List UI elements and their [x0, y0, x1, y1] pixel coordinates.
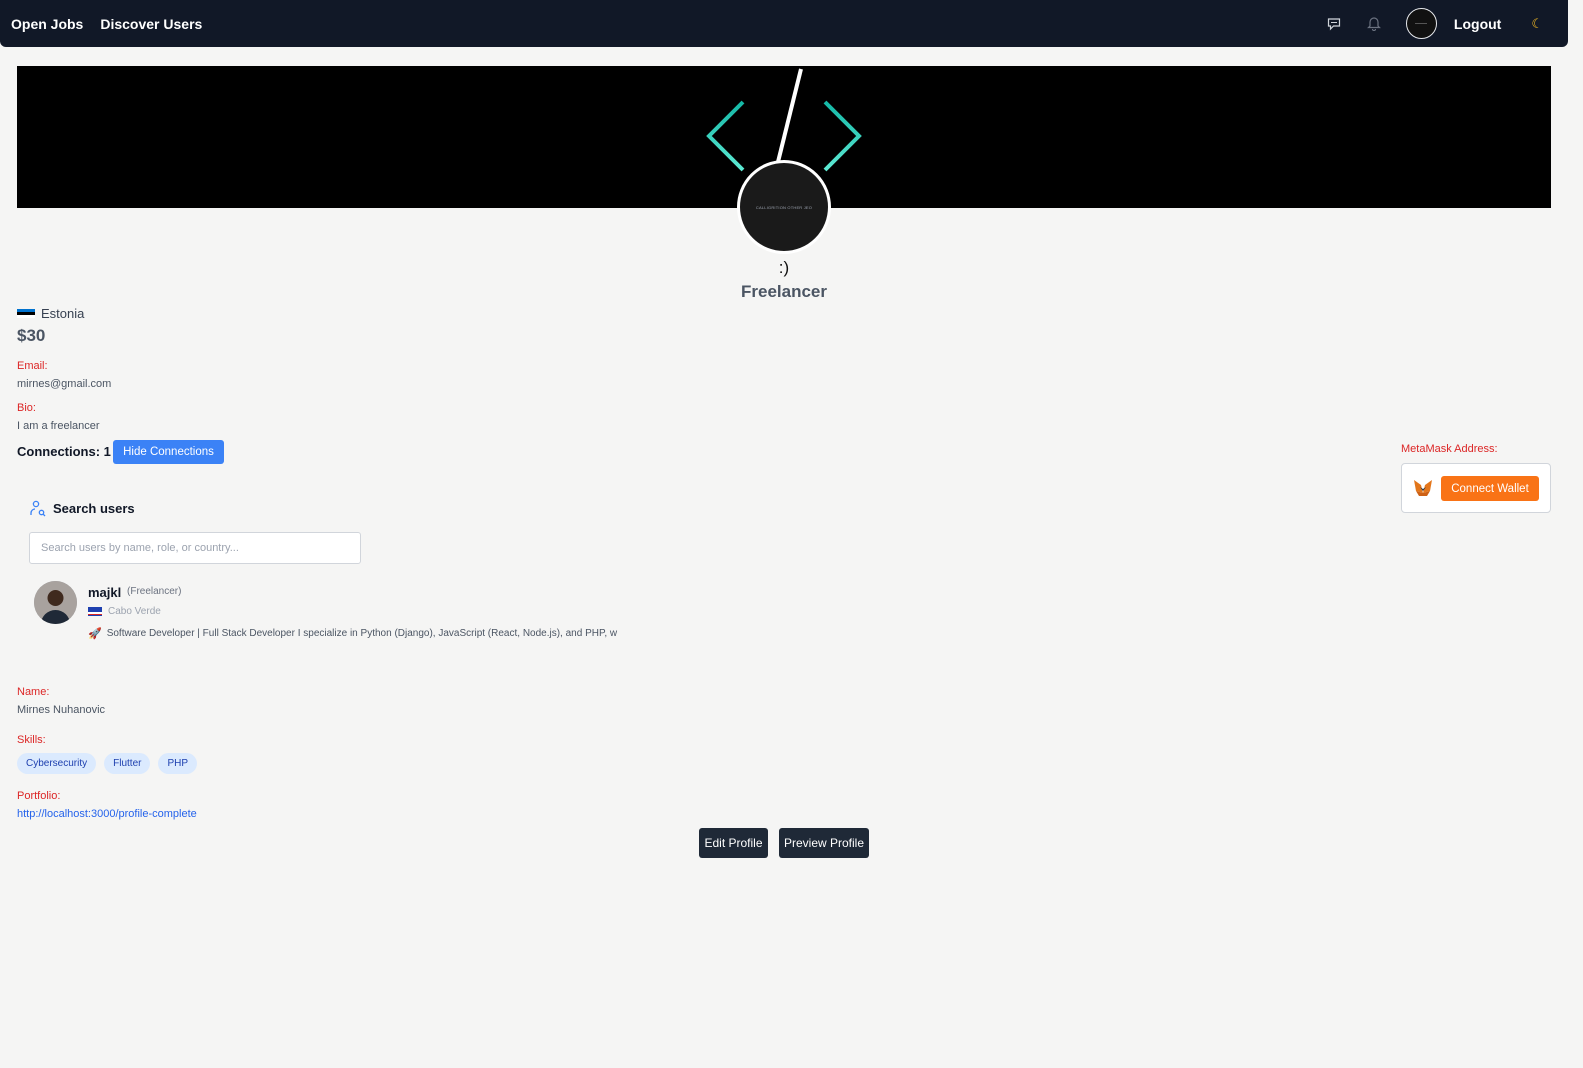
user-bio: 🚀 Software Developer | Full Stack Develo…: [88, 627, 617, 640]
user-role: (Freelancer): [127, 586, 182, 597]
country-name: Estonia: [41, 306, 85, 321]
email-value: mirnes@gmail.com: [17, 378, 112, 390]
metamask-address-label: MetaMask Address:: [1401, 443, 1498, 455]
preview-profile-button[interactable]: Preview Profile: [779, 828, 869, 858]
skill-tag: PHP: [158, 753, 198, 774]
search-users-input[interactable]: [29, 532, 361, 564]
hourly-rate: $30: [17, 326, 46, 345]
profile-display-name: :): [778, 258, 790, 277]
profile-avatar: CALLIGRITION OTHER JEO: [737, 160, 831, 254]
profile-country: Estonia: [17, 306, 84, 321]
user-avatar: [34, 581, 77, 624]
chat-icon[interactable]: [1324, 14, 1344, 34]
logout-button[interactable]: Logout: [1454, 16, 1501, 32]
name-label: Name:: [17, 686, 50, 698]
name-value: Mirnes Nuhanovic: [17, 704, 106, 716]
connections-count: Connections: 1: [17, 444, 111, 459]
skill-tag: Cybersecurity: [17, 753, 97, 774]
metamask-panel: Connect Wallet: [1401, 463, 1551, 513]
portfolio-label: Portfolio:: [17, 790, 61, 802]
skill-tag: Flutter: [104, 753, 151, 774]
rocket-icon: 🚀: [88, 628, 102, 640]
user-avatar-button[interactable]: [1405, 8, 1437, 39]
edit-profile-button[interactable]: Edit Profile: [699, 828, 768, 858]
user-result-item[interactable]: majkl (Freelancer) Cabo Verde 🚀 Software…: [34, 581, 634, 645]
search-users-title: Search users: [53, 501, 135, 516]
estonia-flag-icon: [17, 309, 35, 318]
search-users-header: Search users: [29, 500, 135, 517]
dark-mode-toggle-icon[interactable]: ☾: [1531, 16, 1543, 32]
bell-icon[interactable]: [1364, 14, 1384, 34]
bio-label: Bio:: [17, 402, 36, 414]
cabo-verde-flag-icon: [88, 607, 102, 616]
user-country-name: Cabo Verde: [108, 606, 161, 617]
metamask-fox-icon: [1414, 480, 1432, 496]
nav-right-group: Logout ☾: [1324, 8, 1557, 39]
users-icon: [30, 500, 46, 517]
skills-list: Cybersecurity Flutter PHP: [17, 753, 205, 774]
connect-wallet-button[interactable]: Connect Wallet: [1441, 476, 1539, 501]
profile-role: Freelancer: [741, 282, 827, 301]
portfolio-link[interactable]: http://localhost:3000/profile-complete: [17, 808, 197, 820]
hide-connections-button[interactable]: Hide Connections: [113, 440, 224, 464]
nav-open-jobs[interactable]: Open Jobs: [11, 16, 83, 32]
skills-label: Skills:: [17, 734, 46, 746]
user-country: Cabo Verde: [88, 606, 161, 617]
avatar-logo-text: CALLIGRITION OTHER JEO: [755, 204, 813, 210]
email-label: Email:: [17, 360, 48, 372]
nav-discover-users[interactable]: Discover Users: [100, 16, 202, 32]
user-name: majkl: [88, 585, 122, 600]
bio-value: I am a freelancer: [17, 420, 100, 432]
top-navbar: Open Jobs Discover Users Logout ☾: [0, 0, 1568, 47]
user-bio-text: Software Developer | Full Stack Develope…: [106, 628, 618, 639]
